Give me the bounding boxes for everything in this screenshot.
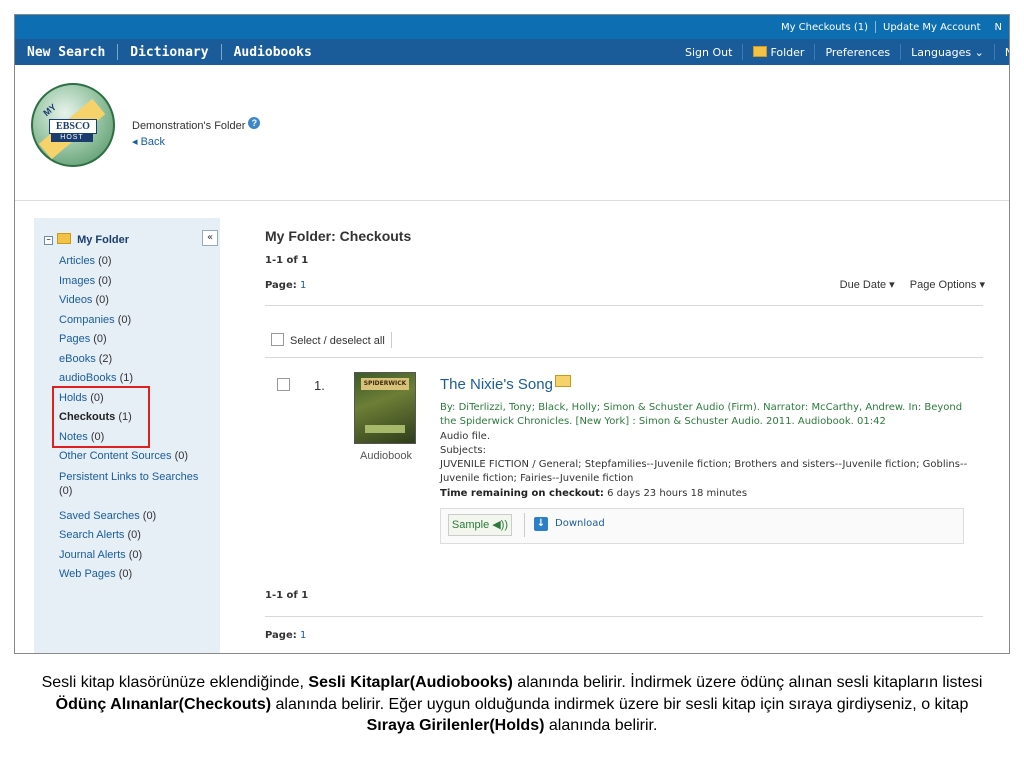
folder-link-label: Folder [770,45,805,59]
caption-text: Sesli kitap klasörünüze eklendiğinde, [41,674,309,691]
sidebar-item-journal-alerts[interactable]: Journal Alerts (0) [59,546,209,566]
utility-bar: My Checkouts (1) Update My Account N [15,15,1009,39]
main-nav: New Search Dictionary Audiobooks Sign Ou… [15,39,1009,65]
result-title-link[interactable]: The Nixie's Song [440,376,553,393]
languages-menu[interactable]: Languages ⌄ [901,46,994,59]
result-number: 1. [314,378,325,393]
book-cover-image[interactable]: SPIDERWICK [354,372,416,444]
page-title: My Folder: Checkouts [265,228,412,244]
folder-header: MY EBSCO HOST Demonstration's Folder? ◂ … [15,65,1009,201]
result-details: By: DiTerlizzi, Tony; Black, Holly; Simo… [440,401,970,501]
pagination: Page: 1 [265,280,306,291]
my-checkouts-link[interactable]: My Checkouts (1) [774,22,875,33]
new-link[interactable]: Nev [995,46,1009,59]
back-label: Back [140,136,166,148]
cover-title: SPIDERWICK [361,378,409,390]
my-folder-heading[interactable]: − My Folder [44,233,129,246]
sidebar-item-web-pages[interactable]: Web Pages (0) [59,565,209,585]
select-all-checkbox[interactable] [271,333,284,346]
sidebar-item-images[interactable]: Images (0) [59,272,209,292]
dictionary-link[interactable]: Dictionary [118,45,220,60]
results-count: 1-1 of 1 [265,255,309,266]
audiobooks-link[interactable]: Audiobooks [222,45,324,60]
folder-sidebar: − My Folder « Articles (0) Images (0) Vi… [34,218,220,653]
logo-ebsco-text: EBSCO [49,119,97,134]
util-overflow-link[interactable]: N [988,22,1009,33]
slide-caption: Sesli kitap klasörünüze eklendiğinde, Se… [30,672,994,737]
preview-icon[interactable] [554,375,571,387]
caret-left-icon: ◂ [132,136,138,148]
sort-options: Due Date ▾ Page Options ▾ [828,278,985,291]
caption-text: alanında belirir. Eğer uygun olduğunda i… [271,695,969,713]
download-icon[interactable]: ↓ [534,517,548,531]
sidebar-item-search-alerts[interactable]: Search Alerts (0) [59,526,209,546]
folder-title: Demonstration's Folder? [132,117,261,132]
collapse-tree-icon[interactable]: − [44,236,53,245]
divider [524,513,525,537]
sidebar-item-pages[interactable]: Pages (0) [59,330,209,350]
sidebar-item-other-content-sources[interactable]: Other Content Sources (0) [59,447,209,467]
logo-host-text: HOST [51,133,93,142]
sidebar-item-ebooks[interactable]: eBooks (2) [59,350,209,370]
caption-bold: Sesli Kitaplar(Audiobooks) [308,674,513,691]
select-all: Select / deselect all [271,332,392,348]
page-number-link[interactable]: 1 [300,630,306,641]
download-link[interactable]: Download [555,518,605,529]
update-account-link[interactable]: Update My Account [876,22,988,33]
preferences-link[interactable]: Preferences [815,46,900,59]
divider [265,616,983,617]
sidebar-item-companies[interactable]: Companies (0) [59,311,209,331]
results-count-bottom: 1-1 of 1 [265,590,309,601]
caption-bold: Ödünç Alınanlar(Checkouts) [55,695,272,713]
sidebar-item-saved-searches[interactable]: Saved Searches (0) [59,507,209,527]
collapse-sidebar-button[interactable]: « [202,230,218,246]
publication-type-label: Audiobook [360,450,412,462]
select-all-label[interactable]: Select / deselect all [290,335,385,347]
sidebar-item-videos[interactable]: Videos (0) [59,291,209,311]
page-options-menu[interactable]: Page Options ▾ [910,279,985,291]
result-title: The Nixie's Song [440,375,571,393]
divider [265,305,983,306]
ebsco-host-logo: MY EBSCO HOST [31,83,115,167]
sample-button[interactable]: Sample ◀)) [448,514,512,536]
my-folder-label: My Folder [77,234,130,246]
page-number-link[interactable]: 1 [300,280,306,291]
sidebar-item-articles[interactable]: Articles (0) [59,252,209,272]
back-link[interactable]: ◂ Back [132,135,165,148]
screenshot-frame: My Checkouts (1) Update My Account N New… [14,14,1010,654]
folder-title-text: Demonstration's Folder [132,120,246,132]
page-label: Page: [265,280,297,291]
divider [390,332,392,348]
caption-text: alanında belirir. [544,717,658,734]
divider [265,357,983,358]
result-actions: Sample ◀)) ↓ Download [440,508,964,544]
divider [972,653,973,654]
time-remaining-label: Time remaining on checkout: [440,487,604,499]
languages-label: Languages [911,45,972,59]
subjects-label: Subjects: [440,444,486,456]
sidebar-item-persistent-links[interactable]: Persistent Links to Searches (0) [59,467,209,507]
caption-text: alanında belirir. İndirmek üzere ödünç a… [512,674,983,691]
highlight-box [52,386,150,448]
audio-file-label: Audio file. [440,430,491,442]
sign-out-link[interactable]: Sign Out [675,46,742,59]
folder-icon [57,233,71,244]
page-label: Page: [265,630,297,641]
cover-band [365,425,405,433]
new-search-link[interactable]: New Search [15,45,117,60]
logo-my-text: MY [41,101,59,119]
subjects-list: JUVENILE FICTION / General; Stepfamilies… [440,459,968,485]
result-byline: By: DiTerlizzi, Tony; Black, Holly; Simo… [440,402,963,428]
help-icon[interactable]: ? [248,117,261,129]
chevron-down-icon: ⌄ [974,45,984,59]
caption-bold: Sıraya Girilenler(Holds) [366,717,545,734]
due-date-sort[interactable]: Due Date ▾ [840,279,895,291]
pagination-bottom: Page: 1 [265,630,306,641]
time-remaining-value: 6 days 23 hours 18 minutes [607,487,748,499]
folder-icon [753,45,768,57]
result-checkbox[interactable] [277,378,290,391]
folder-link[interactable]: Folder [743,45,814,59]
